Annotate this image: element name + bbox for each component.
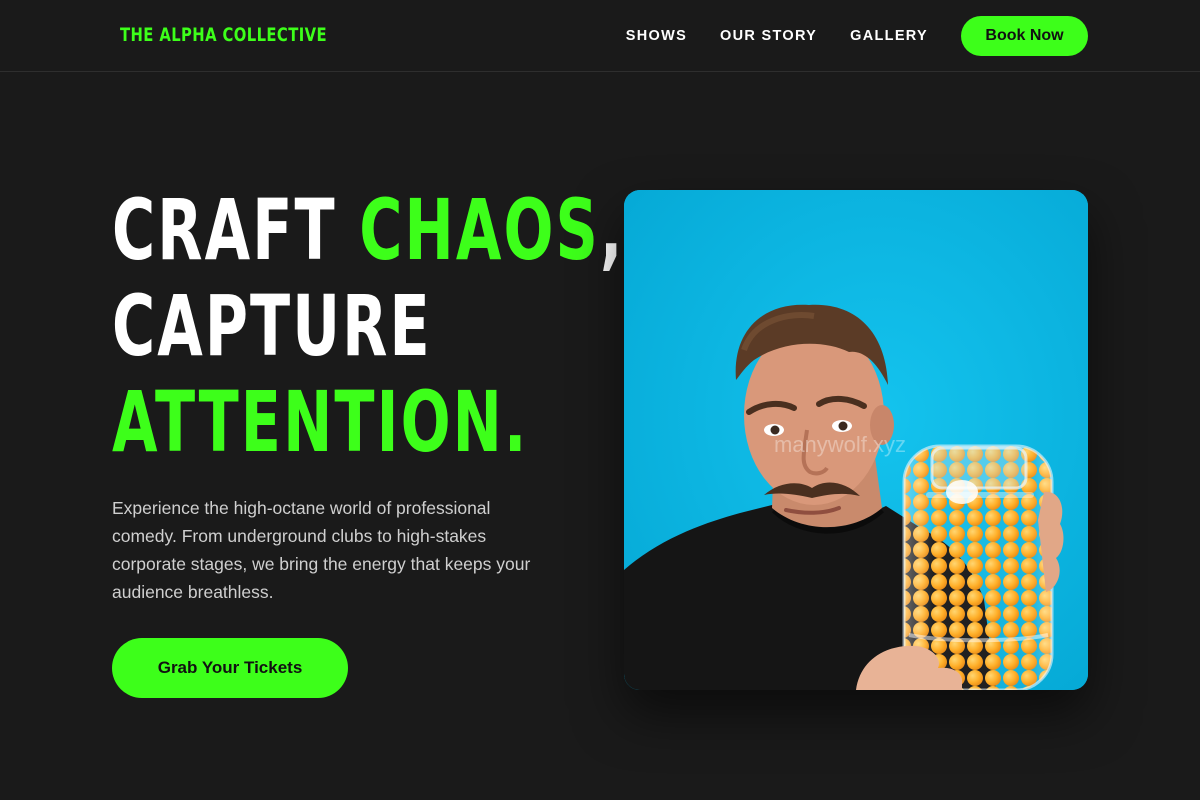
nav-link-shows[interactable]: SHOWS [626, 28, 687, 44]
headline-line-2: CAPTURE [112, 277, 432, 375]
headline-line-1: CRAFT CHAOS, [112, 181, 625, 279]
main-nav: SHOWS OUR STORY GALLERY Book Now [626, 16, 1088, 56]
hero-headline: CRAFT CHAOS, CAPTURE ATTENTION. [112, 182, 624, 470]
headline-accent-word: CHAOS [359, 181, 600, 279]
hero-photo: manywolf.xyz [624, 190, 1088, 690]
photo-watermark: manywolf.xyz [774, 432, 906, 457]
comedian-holding-jar-illustration: manywolf.xyz [624, 190, 1088, 690]
site-header: THE ALPHA COLLECTIVE SHOWS OUR STORY GAL… [0, 0, 1200, 72]
brand-logo[interactable]: THE ALPHA COLLECTIVE [120, 22, 327, 48]
hero-description: Experience the high-octane world of prof… [112, 498, 531, 602]
nav-link-our-story[interactable]: OUR STORY [720, 28, 817, 44]
headline-line-3: ATTENTION. [112, 373, 529, 471]
book-now-button[interactable]: Book Now [961, 16, 1088, 56]
grab-tickets-button[interactable]: Grab Your Tickets [112, 638, 348, 698]
nav-link-gallery[interactable]: GALLERY [850, 28, 928, 44]
